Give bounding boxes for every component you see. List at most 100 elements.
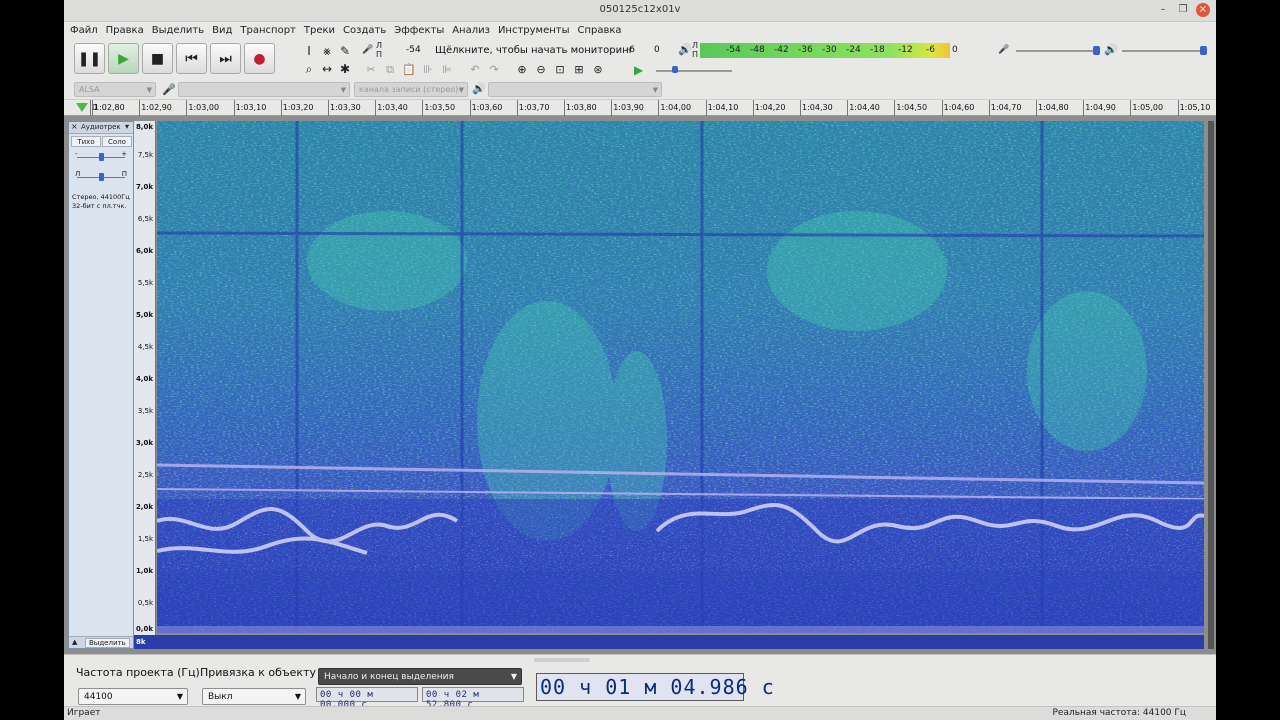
menu-tracks[interactable]: Треки bbox=[302, 22, 341, 40]
solo-button[interactable]: Соло bbox=[102, 136, 132, 147]
record-volume-slider[interactable] bbox=[1093, 46, 1100, 55]
play-meter-tick: -12 bbox=[898, 45, 913, 55]
menu-effects[interactable]: Эффекты bbox=[392, 22, 450, 40]
toolbar-grip[interactable] bbox=[534, 658, 590, 662]
selection-mode-select[interactable]: Начало и конец выделения ▼ bbox=[318, 668, 522, 685]
project-rate-select[interactable]: 44100 ▼ bbox=[78, 688, 188, 705]
track-name-menu[interactable]: Аудиотрек bbox=[81, 123, 121, 131]
recording-device-select[interactable]: ▼ bbox=[178, 82, 350, 97]
microphone-icon[interactable]: 🎤 bbox=[362, 45, 373, 55]
multi-tool-icon[interactable]: ✱ bbox=[336, 60, 354, 78]
snap-select[interactable]: Выкл ▼ bbox=[202, 688, 306, 705]
zoom-toggle-icon[interactable]: ⊛ bbox=[589, 61, 607, 78]
paste-icon[interactable]: 📋 bbox=[400, 61, 418, 78]
track-info: Стерео, 44100Гц 32-бит с пл.тчк. bbox=[72, 193, 130, 211]
play-at-speed-icon[interactable]: ▶ bbox=[634, 63, 643, 77]
chevron-down-icon[interactable]: ▾ bbox=[125, 122, 129, 131]
minimized-track-strip[interactable]: 8k bbox=[134, 635, 1204, 649]
edit-toolbar: ✂ ⧉ 📋 ⊪ ⊫ ↶ ↷ ⊕ ⊖ ⊡ ⊞ ⊛ bbox=[362, 61, 607, 78]
select-track-button[interactable]: Выделить bbox=[85, 638, 130, 648]
menu-view[interactable]: Вид bbox=[210, 22, 238, 40]
playback-device-select[interactable]: ▼ bbox=[488, 82, 662, 97]
record-icon: ● bbox=[253, 51, 266, 67]
menu-tools[interactable]: Инструменты bbox=[496, 22, 576, 40]
playback-meter[interactable]: 🔊 Л П -54 -48 -42 -36 -30 -24 -18 -12 -6… bbox=[678, 42, 984, 59]
recording-meter[interactable]: 🎤 Л П -54 Щёлкните, чтобы начать монитор… bbox=[362, 42, 674, 59]
play-button[interactable]: ▶ bbox=[108, 43, 139, 74]
freq-label: 3,5k bbox=[137, 407, 153, 415]
monitor-prompt[interactable]: Щёлкните, чтобы начать мониторинг bbox=[435, 45, 634, 56]
freq-label: 0,5k bbox=[137, 599, 153, 607]
menu-select[interactable]: Выделить bbox=[150, 22, 210, 40]
recording-channels-select[interactable]: канала записи (стерео) ▼ bbox=[354, 82, 468, 97]
ruler-label: 1:03,00 bbox=[188, 103, 220, 112]
menu-edit[interactable]: Правка bbox=[104, 22, 150, 40]
speaker-icon[interactable]: 🔊 bbox=[678, 43, 692, 56]
collapse-track-icon[interactable]: ▲ bbox=[72, 638, 77, 646]
redo-icon[interactable]: ↷ bbox=[485, 61, 503, 78]
trim-icon[interactable]: ⊪ bbox=[419, 61, 437, 78]
cut-icon[interactable]: ✂ bbox=[362, 61, 380, 78]
play-at-speed-toolbar: ▶ bbox=[612, 61, 742, 78]
zoom-tool-icon[interactable]: ⌕ bbox=[300, 60, 318, 78]
freq-label: 2,5k bbox=[137, 471, 153, 479]
stop-button[interactable]: ■ bbox=[142, 43, 173, 74]
mute-button[interactable]: Тихо bbox=[71, 136, 101, 147]
menu-bar: Файл Правка Выделить Вид Транспорт Треки… bbox=[64, 22, 1216, 40]
skip-start-icon: ⏮ bbox=[185, 51, 198, 67]
close-icon[interactable]: × bbox=[1196, 3, 1210, 17]
record-button[interactable]: ● bbox=[244, 43, 275, 74]
spectrogram-view[interactable] bbox=[157, 121, 1204, 633]
silence-icon[interactable]: ⊫ bbox=[438, 61, 456, 78]
copy-icon[interactable]: ⧉ bbox=[381, 61, 399, 78]
fit-selection-icon[interactable]: ⊡ bbox=[551, 61, 569, 78]
ruler-label: 1:03,70 bbox=[518, 103, 550, 112]
timeshift-tool-icon[interactable]: ↔ bbox=[318, 60, 336, 78]
rec-channel-r: П bbox=[376, 50, 383, 59]
skip-start-button[interactable]: ⏮ bbox=[176, 43, 207, 74]
freq-label: 1,5k bbox=[137, 535, 153, 543]
mixer-toolbar: 🎤 🔊 bbox=[994, 42, 1214, 59]
menu-help[interactable]: Справка bbox=[576, 22, 628, 40]
draw-tool-icon[interactable]: ✎ bbox=[336, 42, 354, 60]
pause-button[interactable]: ❚❚ bbox=[74, 43, 105, 74]
playback-volume-slider[interactable] bbox=[1200, 46, 1207, 55]
play-speed-slider[interactable] bbox=[672, 66, 678, 73]
title-bar: 050125c12x01v – ❐ × bbox=[64, 0, 1216, 22]
freq-label: 5,5k bbox=[137, 279, 153, 287]
zoom-out-icon[interactable]: ⊖ bbox=[532, 61, 550, 78]
play-head-icon[interactable] bbox=[76, 103, 88, 112]
playback-volume-icon: 🔊 bbox=[1104, 43, 1118, 56]
vertical-scrollbar[interactable] bbox=[1208, 121, 1214, 649]
maximize-icon[interactable]: ❐ bbox=[1176, 3, 1190, 17]
envelope-tool-icon[interactable]: ⨳ bbox=[318, 42, 336, 60]
menu-transport[interactable]: Транспорт bbox=[238, 22, 301, 40]
chevron-down-icon: ▼ bbox=[510, 672, 517, 681]
selection-end-time[interactable]: 00 ч 02 м 52.800 с bbox=[422, 687, 524, 710]
freq-label: 0,0k bbox=[135, 625, 153, 633]
project-rate-label: Частота проекта (Гц) bbox=[76, 666, 200, 679]
undo-icon[interactable]: ↶ bbox=[466, 61, 484, 78]
ruler-label: 1:04,30 bbox=[802, 103, 833, 112]
menu-file[interactable]: Файл bbox=[68, 22, 104, 40]
frequency-scale[interactable]: 8,0k 7,5k 7,0k 6,5k 6,0k 5,5k 5,0k 4,5k … bbox=[134, 121, 156, 649]
ruler-label: 1:03,10 bbox=[235, 103, 267, 112]
selection-tool-icon[interactable]: I bbox=[300, 42, 318, 60]
audio-position-time[interactable]: 00 ч 01 м 04.986 с bbox=[536, 673, 774, 701]
selection-start-time[interactable]: 00 ч 00 м 00.000 с bbox=[316, 687, 418, 710]
audio-host-select[interactable]: ALSA ▼ bbox=[74, 82, 156, 97]
fit-project-icon[interactable]: ⊞ bbox=[570, 61, 588, 78]
zoom-in-icon[interactable]: ⊕ bbox=[513, 61, 531, 78]
menu-analyze[interactable]: Анализ bbox=[450, 22, 496, 40]
device-toolbar: ALSA ▼ 🎤 ▼ канала записи (стерео) ▼ 🔊 ▼ bbox=[64, 80, 1216, 99]
pan-slider[interactable]: Л П bbox=[75, 170, 127, 182]
skip-end-button[interactable]: ⏭ bbox=[210, 43, 241, 74]
timeline-ruler[interactable]: 0 1:02,80 1:02,90 1:03,00 1:03,10 1:03,20 1:03… bbox=[64, 99, 1216, 116]
ruler-label: 1:04,00 bbox=[660, 103, 692, 112]
gain-slider[interactable]: - + bbox=[75, 150, 127, 162]
minimize-icon[interactable]: – bbox=[1156, 3, 1170, 17]
close-track-icon[interactable]: × bbox=[71, 122, 78, 131]
freq-label: 8,0k bbox=[135, 123, 153, 131]
menu-generate[interactable]: Создать bbox=[341, 22, 392, 40]
chevron-down-icon: ▼ bbox=[652, 86, 658, 94]
